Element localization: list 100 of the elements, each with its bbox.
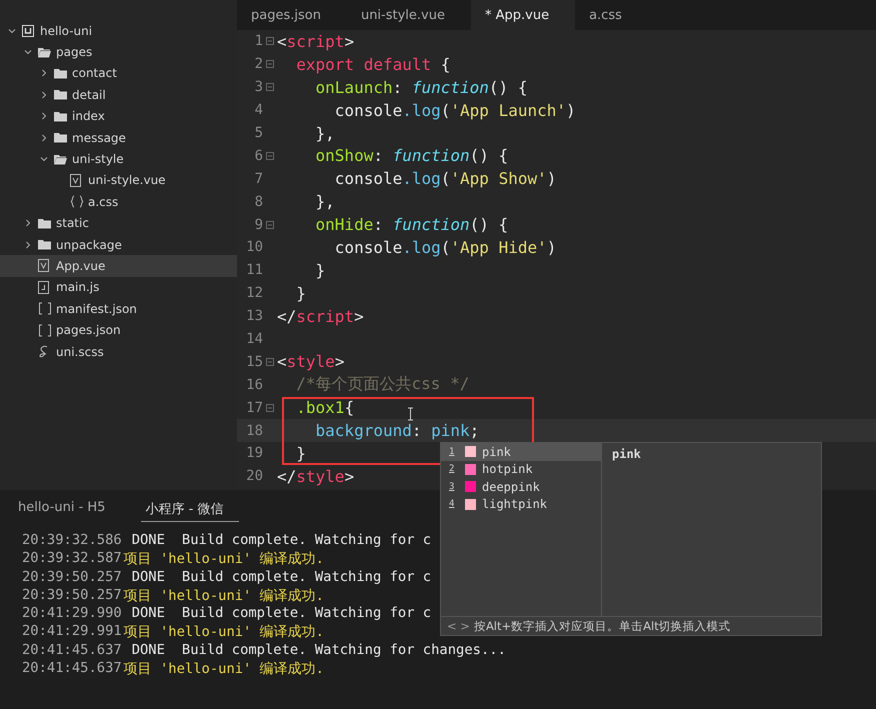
tree-item[interactable]: App.vue (0, 255, 237, 277)
braces-icon (70, 195, 84, 208)
chevron-right-icon[interactable] (40, 112, 48, 120)
log-message: Build complete. Watching for changes... (182, 642, 506, 660)
log-tag: DONE (132, 642, 165, 660)
tree-item[interactable]: uni-style.vue (0, 170, 237, 192)
file-icon (38, 259, 49, 272)
log-message: Build complete. Watching for c (182, 568, 432, 587)
log-message: 项目 'hello-uni' 编译成功. (124, 623, 324, 642)
code-line: } (295, 284, 306, 303)
code-line: console.log('App Show') (334, 169, 556, 188)
log-tag: DONE (132, 605, 165, 624)
tree-item[interactable]: hello-uni (0, 20, 237, 42)
file-icon (70, 174, 81, 187)
folder-icon (54, 89, 67, 100)
chevron-down-icon[interactable] (24, 48, 32, 56)
fold-icon[interactable] (266, 404, 274, 412)
log-timestamp: 20:41:29.991 (22, 623, 122, 642)
fold-icon[interactable] (266, 220, 274, 229)
suggestion-item[interactable]: 2 hotpink (441, 460, 601, 478)
hint-text: 按Alt+数字插入对应项目。单击Alt切换插入模式 (474, 618, 731, 634)
folder-icon (54, 132, 67, 144)
code-line: .box1{ (295, 398, 354, 418)
tree-item[interactable]: index (0, 106, 237, 127)
chevron-right-icon[interactable] (24, 219, 32, 228)
log-timestamp: 20:41:45.637 (22, 660, 122, 678)
editor-tab[interactable]: a.css (575, 0, 680, 30)
tree-item[interactable]: uni.scss (0, 340, 237, 362)
chevron-down-icon[interactable] (40, 155, 48, 164)
code-line: </script> (277, 306, 364, 326)
line-number: 20 (245, 468, 263, 484)
suggestion-item[interactable]: 4 lightpink (441, 496, 601, 513)
line-number: 17 (245, 400, 263, 416)
tree-item[interactable]: contact (0, 62, 237, 84)
line-number: 12 (245, 285, 263, 302)
line-number: 6 (254, 148, 263, 164)
line-number: 4 (254, 102, 263, 118)
line-number: 10 (245, 239, 263, 256)
suggestion-item[interactable]: 3 deeppink (441, 478, 601, 496)
line-number: 11 (245, 262, 263, 278)
code-line: onHide: function() { (314, 215, 508, 234)
line-number: 5 (254, 125, 263, 141)
line-number: 7 (254, 170, 263, 187)
tree-item[interactable]: unpackage (0, 234, 237, 256)
folder-icon (38, 239, 51, 250)
editor-tab[interactable]: * App.vue (470, 0, 576, 30)
folder-icon (54, 154, 67, 165)
folder-icon (38, 46, 51, 58)
chevron-down-icon[interactable] (8, 26, 16, 35)
code-line: onLaunch: function() { (314, 78, 528, 97)
fold-icon[interactable] (266, 37, 274, 46)
line-number: 18 (245, 422, 263, 439)
chevron-right-icon[interactable] (24, 240, 32, 249)
fold-icon[interactable] (266, 83, 274, 92)
line-number: 3 (254, 79, 263, 96)
tree-item[interactable]: pages.json (0, 319, 237, 341)
tree-item[interactable]: main.js (0, 276, 237, 298)
brackets-icon (38, 324, 52, 337)
code-line: <style> (277, 352, 344, 372)
tree-item[interactable]: pages (0, 41, 237, 63)
log-tag: DONE (132, 568, 165, 587)
suggestion-item[interactable]: 1 pink (441, 443, 601, 460)
log-tag: DONE (132, 532, 165, 550)
log-timestamp: 20:39:50.257 (22, 568, 122, 587)
chevron-right-icon[interactable] (40, 134, 48, 142)
console-tab[interactable]: 小程序 - 微信 (141, 500, 240, 522)
code-line: }, (314, 192, 335, 212)
tree-item[interactable]: uni-style (0, 148, 237, 170)
code-line: console.log('App Hide') (334, 238, 556, 257)
log-timestamp: 20:39:50.257 (22, 586, 122, 605)
log-timestamp: 20:39:32.587 (22, 550, 122, 568)
line-number: 13 (245, 308, 263, 324)
suggestion-detail: pink (612, 447, 641, 461)
tree-item[interactable]: manifest.json (0, 298, 237, 320)
line-number: 2 (254, 56, 263, 72)
tree-item[interactable]: a.css (0, 191, 237, 213)
tree-item[interactable]: detail (0, 84, 237, 106)
console-tab[interactable]: hello-uni - H5 (14, 500, 110, 522)
folder-icon (54, 68, 67, 79)
tree-item[interactable]: message (0, 126, 237, 148)
log-message: Build complete. Watching for c (182, 532, 432, 550)
fold-icon[interactable] (266, 358, 274, 366)
line-number: 16 (245, 376, 263, 393)
tree-item[interactable]: static (0, 212, 237, 234)
log-timestamp: 20:41:45.637 (22, 642, 122, 660)
code-line: } (295, 444, 306, 463)
fold-icon[interactable] (266, 60, 274, 68)
page-arrows[interactable]: < > (447, 619, 470, 633)
line-number: 14 (245, 331, 263, 348)
log-message: Build complete. Watching for c (182, 605, 432, 624)
line-number: 9 (254, 216, 263, 233)
editor-tab[interactable]: uni-style.vue (346, 0, 471, 30)
chevron-right-icon[interactable] (40, 69, 48, 78)
code-line: <script> (277, 32, 354, 51)
code-line: console.log('App Launch') (334, 100, 576, 120)
editor-tab[interactable]: pages.json (237, 0, 347, 30)
fold-icon[interactable] (266, 152, 274, 160)
text-cursor-icon (407, 407, 414, 421)
chevron-right-icon[interactable] (40, 90, 48, 99)
folder-icon (38, 218, 51, 229)
